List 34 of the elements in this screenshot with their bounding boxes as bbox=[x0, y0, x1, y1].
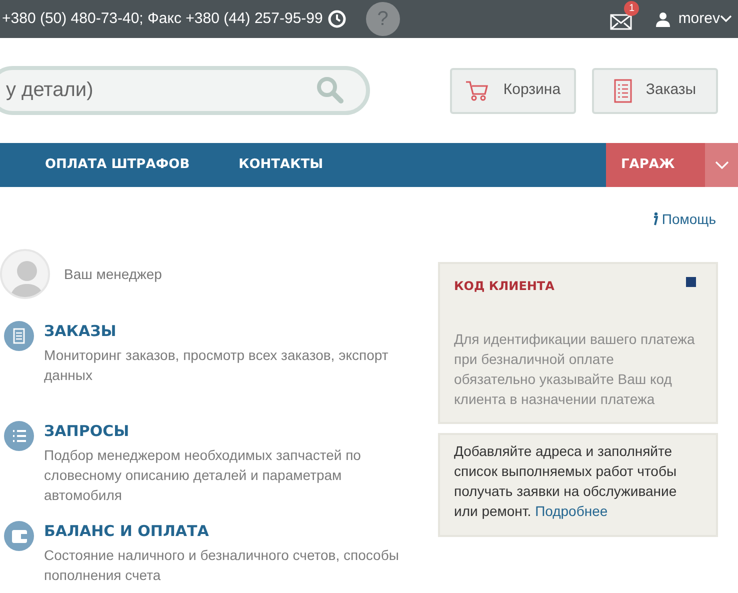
list-icon bbox=[614, 78, 632, 102]
panel-text: Добавляйте адреса и заполняйте список выполняемых работ чтобы получать заявки на обслуживание или ремонт. Подробнее bbox=[454, 442, 678, 521]
mail-icon[interactable] bbox=[610, 14, 632, 30]
notification-badge: 1 bbox=[624, 1, 640, 16]
help-link[interactable]: Помощь bbox=[652, 208, 716, 230]
nav-link[interactable]: КОНТАКТЫ bbox=[238, 155, 324, 175]
chevron-down-icon[interactable] bbox=[720, 15, 732, 23]
search-icon[interactable] bbox=[316, 76, 344, 104]
user-icon bbox=[656, 12, 670, 26]
orders-button[interactable]: Заказы bbox=[592, 68, 718, 114]
nav-link[interactable]: ОПЛАТА ШТРАФОВ bbox=[45, 155, 190, 175]
more-link[interactable]: Подробнее bbox=[535, 503, 608, 519]
section-title[interactable]: БАЛАНС И ОПЛАТА bbox=[44, 521, 409, 541]
section-title[interactable]: ЗАКАЗЫ bbox=[44, 321, 409, 341]
contact-phones: +380 (50) 480-73-40; Факс +380 (44) 257-95-99 bbox=[2, 8, 323, 29]
info-icon[interactable] bbox=[652, 212, 658, 226]
panel-title: КОД КЛИЕНТА bbox=[454, 278, 554, 295]
panel-text: Для идентификации вашего платежа при безналичной оплате обязательно указывайте Ваш код клиента в назначении платежа bbox=[454, 330, 696, 409]
user-menu[interactable]: morev bbox=[678, 8, 720, 30]
cart-button[interactable]: Корзина bbox=[450, 68, 576, 114]
cart-icon bbox=[465, 80, 490, 102]
section-description: Мониторинг заказов, просмотр всех заказов, экспорт данных bbox=[44, 346, 390, 385]
avatar-silhouette bbox=[0, 249, 50, 299]
garage-button[interactable]: ГАРАЖ bbox=[606, 143, 705, 187]
manager-label: Ваш менеджер bbox=[64, 264, 162, 284]
wallet-icon bbox=[4, 521, 34, 551]
section-description: Подбор менеджером необходимых запчастей по словесному описанию деталей и параметрам автомобиля bbox=[44, 446, 362, 505]
list-icon bbox=[4, 421, 34, 451]
dropdown-toggle-button[interactable] bbox=[705, 143, 738, 187]
clock-icon bbox=[328, 10, 346, 28]
section-title[interactable]: ЗАПРОСЫ bbox=[44, 421, 409, 441]
document-icon bbox=[4, 321, 34, 351]
section-description: Состояние наличного и безналичного счетов, способы пополнения счета bbox=[44, 546, 400, 585]
search-field[interactable]: у детали) bbox=[0, 66, 370, 115]
